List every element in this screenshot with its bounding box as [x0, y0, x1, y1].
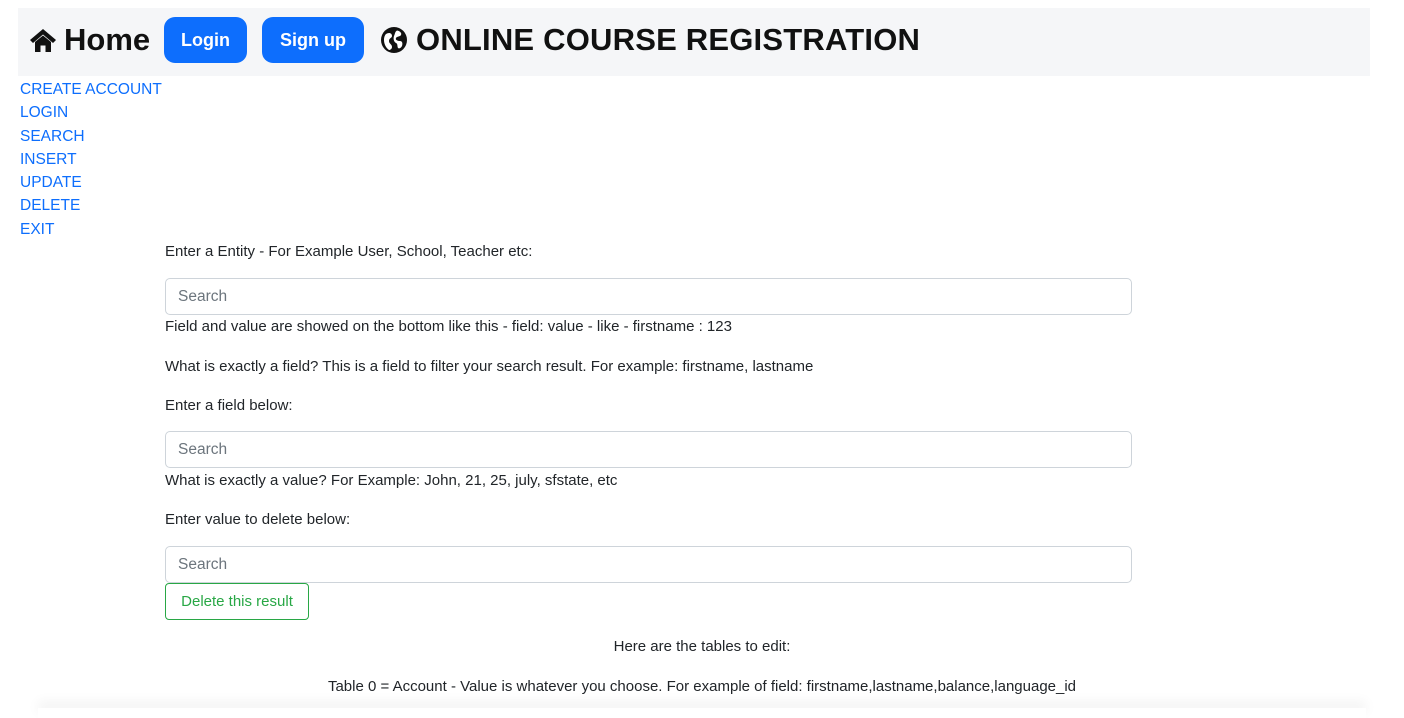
home-label: Home [64, 22, 151, 57]
delete-result-button[interactable]: Delete this result [165, 583, 309, 620]
sidebar-item-exit[interactable]: EXIT [20, 218, 160, 241]
signup-button[interactable]: Sign up [262, 17, 364, 63]
sidebar-item-update[interactable]: UPDATE [20, 171, 160, 194]
home-icon [30, 29, 56, 52]
entity-prompt: Enter a Entity - For Example User, Schoo… [165, 243, 533, 260]
table-0-description: Table 0 = Account - Value is whatever yo… [327, 678, 1077, 695]
entity-search-input[interactable] [165, 278, 1132, 315]
footer-shadow [38, 708, 1366, 718]
sidebar-item-login[interactable]: LOGIN [20, 101, 160, 124]
field-explanation: What is exactly a field? This is a field… [165, 358, 814, 375]
value-search-input[interactable] [165, 546, 1132, 583]
home-link[interactable]: Home [28, 20, 150, 60]
sidebar-item-insert[interactable]: INSERT [20, 148, 160, 171]
page-title: ONLINE COURSE REGISTRATION [380, 20, 920, 60]
field-prompt: Enter a field below: [165, 397, 293, 414]
login-button[interactable]: Login [164, 17, 247, 63]
sidebar-item-delete[interactable]: DELETE [20, 194, 160, 217]
field-value-hint: Field and value are showed on the bottom… [165, 318, 732, 335]
value-prompt: Enter value to delete below: [165, 511, 351, 528]
field-search-input[interactable] [165, 431, 1132, 468]
globe-icon [381, 27, 407, 53]
tables-heading: Here are the tables to edit: [613, 638, 791, 655]
sidebar: CREATE ACCOUNT LOGIN SEARCH INSERT UPDAT… [20, 78, 162, 241]
page-title-text: ONLINE COURSE REGISTRATION [416, 22, 921, 57]
sidebar-item-search[interactable]: SEARCH [20, 125, 160, 148]
value-explanation: What is exactly a value? For Example: Jo… [165, 472, 618, 489]
sidebar-item-create-account[interactable]: CREATE ACCOUNT [20, 78, 162, 101]
navbar: Home Login Sign up ONLINE COURSE REGISTR… [18, 8, 1370, 76]
